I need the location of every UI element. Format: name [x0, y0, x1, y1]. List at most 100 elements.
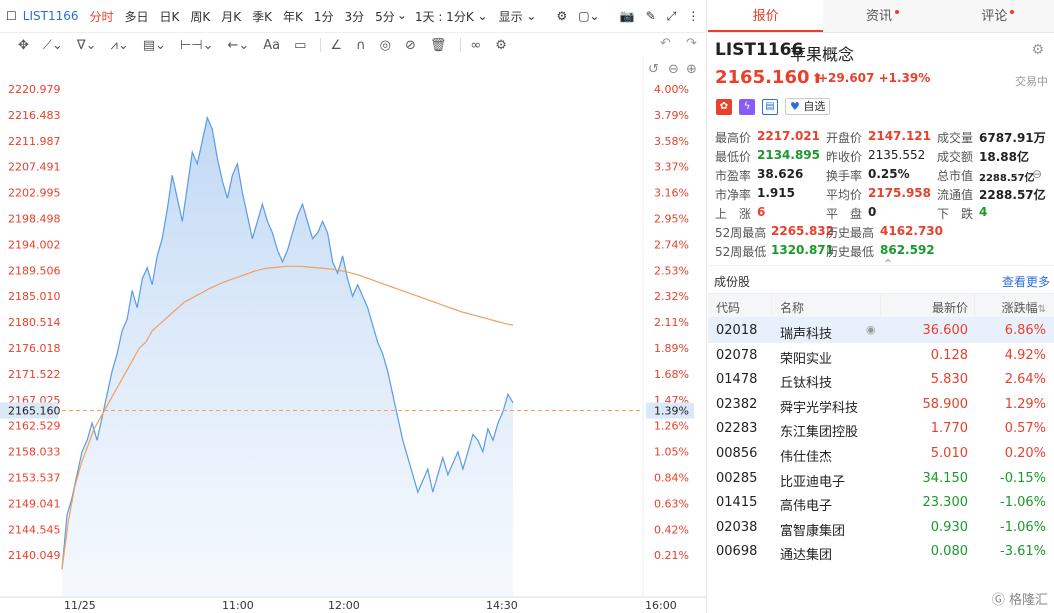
zoom-out-icon[interactable]: ⊖ [668, 62, 679, 77]
pct-tick-label: 3.58% [654, 135, 689, 148]
redo-icon[interactable]: ↷ [686, 36, 697, 51]
period-4[interactable]: 月K [221, 8, 241, 25]
undo-icon[interactable]: ↶ [660, 36, 671, 51]
ruler-icon[interactable]: ∠ [330, 38, 342, 53]
constituents-table: 代码 名称 最新价 涨跌幅⇅ 02018 瑞声科技 ◉ 36.600 6.86%… [708, 293, 1054, 564]
divider [880, 294, 881, 317]
pct-tick-label: 1.68% [654, 368, 689, 381]
move-icon[interactable]: ✥ [18, 38, 29, 53]
cell-change: 6.86% [1004, 323, 1046, 338]
camera-icon[interactable]: 📷 [620, 9, 635, 23]
settings-icon[interactable]: ⚙ [556, 9, 567, 23]
period-5[interactable]: 季K [252, 8, 272, 25]
y-tick-label: 2189.506 [8, 264, 61, 277]
pct-tick-label: 0.42% [654, 523, 689, 536]
col-change[interactable]: 涨跌幅⇅ [1002, 299, 1046, 316]
table-row[interactable]: 02078 荣阳实业 0.128 4.92% [708, 343, 1054, 368]
cell-price: 34.150 [922, 470, 969, 486]
fib-tool-icon[interactable]: ▤⌄ [143, 38, 166, 53]
x-tick-label: 16:00 [645, 599, 677, 612]
dots-icon[interactable]: ⋮ [687, 9, 699, 23]
period-2[interactable]: 日K [160, 8, 180, 25]
period-8[interactable]: 3分 [345, 8, 365, 25]
stat-avg-price: 2175.958 [868, 186, 932, 200]
period-6[interactable]: 年K [283, 8, 303, 25]
col-code[interactable]: 代码 [716, 299, 740, 316]
constituents-header: 成份股 查看更多 [708, 265, 1054, 293]
period-3[interactable]: 周K [190, 8, 210, 25]
stat-pb: 1.915 [757, 186, 795, 200]
comment-tool-icon[interactable]: ▭ [294, 38, 306, 53]
stats-row: 最低价 2134.895 昨收价 2135.552 成交额 18.88亿 [715, 148, 1051, 167]
table-row[interactable]: 00856 伟仕佳杰 5.010 0.20% [708, 441, 1054, 466]
hk-flag-icon: ✿ [716, 98, 732, 115]
stat-up-count: 6 [757, 205, 766, 219]
symbol-checkbox[interactable]: ☐ [6, 9, 17, 23]
stats-grid: 最高价 2217.021 开盘价 2147.121 成交量 6787.91万 最低价 2… [715, 129, 1051, 272]
table-row[interactable]: 02038 富智康集团 0.930 -1.06% [708, 515, 1054, 540]
layout-icon[interactable]: ▢⌄ [578, 9, 599, 23]
stat-label: 开盘价 [826, 131, 863, 145]
measure-tool-icon[interactable]: ⊢⊣⌄ [180, 38, 214, 53]
tab-quote[interactable]: 报价 [708, 0, 824, 32]
y-tick-label: 2185.010 [8, 290, 61, 303]
notification-dot [895, 10, 899, 14]
reset-icon[interactable]: ↺ [648, 62, 659, 77]
stat-all-time-high: 4162.730 [880, 224, 944, 238]
table-row[interactable]: 01478 丘钛科技 5.830 2.64% [708, 367, 1054, 392]
link-icon[interactable]: ∞ [470, 38, 481, 53]
more-icon[interactable]: ⊖ [1032, 167, 1042, 181]
y-tick-label: 2140.049 [8, 549, 61, 562]
watchlist-button[interactable]: ♥ 自选 [785, 98, 831, 115]
table-row[interactable]: 02018 瑞声科技 ◉ 36.600 6.86% [708, 318, 1054, 343]
period-7[interactable]: 1分 [314, 8, 334, 25]
range-selector[interactable]: 1天 : 1分K ⌄ [415, 8, 488, 25]
tab-comments[interactable]: 评论 [939, 0, 1054, 32]
period-0[interactable]: 分时 [89, 8, 113, 25]
tab-news[interactable]: 资讯 [823, 0, 938, 32]
stat-down-count: 4 [979, 205, 988, 219]
visibility-icon[interactable]: ◎ [380, 38, 391, 53]
chevron-down-icon[interactable]: ⌄ [397, 8, 407, 25]
eye-icon[interactable]: ◉ [866, 323, 876, 336]
table-row[interactable]: 02382 舜宇光学科技 58.900 1.29% [708, 392, 1054, 417]
y-tick-label: 2176.018 [8, 342, 61, 355]
line-tool-icon[interactable]: ⟋⌄ [43, 38, 63, 53]
table-row[interactable]: 00698 通达集团 0.080 -3.61% [708, 539, 1054, 564]
trash-icon[interactable]: 🗑 [430, 38, 447, 53]
view-more-link[interactable]: 查看更多 [1002, 273, 1050, 290]
cell-code: 02382 [716, 396, 758, 412]
col-price[interactable]: 最新价 [932, 299, 968, 316]
x-tick-label: 11/25 [64, 599, 96, 612]
pct-tick-label: 4.00% [654, 83, 689, 96]
stat-label: 上 涨 [715, 207, 752, 221]
symbol-label[interactable]: LIST1166 [23, 9, 79, 23]
doc-icon[interactable]: ▤ [762, 98, 778, 115]
table-row[interactable]: 01415 高伟电子 23.300 -1.06% [708, 490, 1054, 515]
arrow-tool-icon[interactable]: ←⌄ [227, 38, 249, 53]
tool-settings-icon[interactable]: ⚙ [495, 38, 507, 53]
cell-code: 01478 [716, 372, 758, 388]
col-name[interactable]: 名称 [780, 299, 804, 316]
channel-tool-icon[interactable]: ∇⌄ [77, 38, 97, 53]
tab-label: 评论 [981, 9, 1008, 24]
period-1[interactable]: 多日 [125, 8, 149, 25]
hide-icon[interactable]: ⊘ [405, 38, 416, 53]
settings-icon[interactable]: ⚙ [1031, 42, 1044, 58]
table-row[interactable]: 00285 比亚迪电子 34.150 -0.15% [708, 466, 1054, 491]
wave-tool-icon[interactable]: ⩘⌄ [111, 38, 129, 53]
table-row[interactable]: 02283 东江集团控股 1.770 0.57% [708, 416, 1054, 441]
text-tool-icon[interactable]: Aa [263, 38, 280, 53]
zoom-in-icon[interactable]: ⊕ [686, 62, 697, 77]
intraday-chart[interactable]: 2220.979 2216.483 2211.987 2207.491 2202.995… [0, 57, 707, 613]
pen-icon[interactable]: ✎ [646, 9, 656, 23]
display-dropdown[interactable]: 显示 ⌄ [499, 8, 537, 25]
y-tick-label: 2162.529 [8, 420, 61, 433]
fullscreen-icon[interactable]: ⤢ [667, 9, 677, 24]
magnet-icon[interactable]: ∩ [356, 38, 366, 53]
cell-change: -0.15% [1000, 470, 1046, 486]
period-9[interactable]: 5分 [375, 8, 395, 25]
tab-label: 报价 [752, 9, 779, 24]
trading-status: 交易中 [1015, 75, 1048, 88]
range-label: 1天 : 1分K [414, 9, 474, 24]
